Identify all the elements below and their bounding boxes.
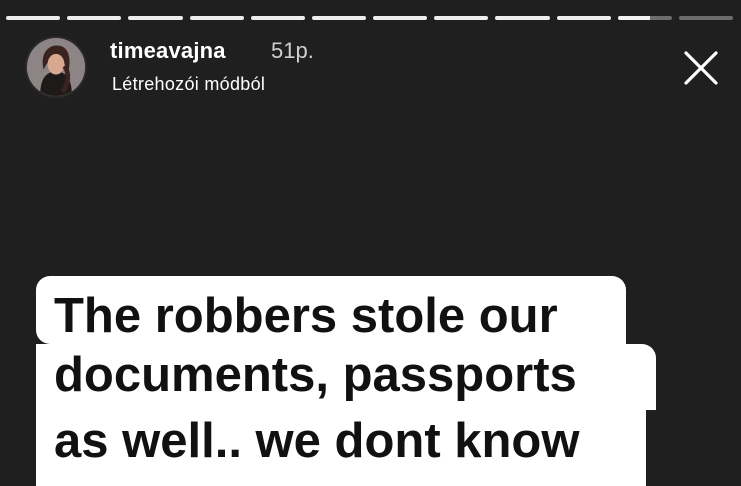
story-progress-bar [6,16,734,20]
close-button[interactable] [683,50,719,86]
story-text-line: as well.. we dont know [36,410,646,486]
progress-segment-upcoming [678,16,734,20]
profile-photo-icon [27,38,85,96]
progress-segment [434,16,489,20]
progress-segment [250,16,305,20]
instagram-story-viewer: timeavajna 51p. Létrehozói módból The ro… [0,0,741,486]
progress-segment [128,16,183,20]
progress-segment [556,16,611,20]
close-icon [684,51,718,85]
progress-segment-current [617,16,672,20]
progress-segment [67,16,122,20]
story-text-line: documents, passports [36,344,656,410]
progress-segment [189,16,244,20]
story-subtitle: Létrehozói módból [112,74,266,94]
avatar[interactable] [25,36,87,98]
progress-segment [495,16,550,20]
story-username[interactable]: timeavajna [110,38,226,64]
story-text-line: The robbers stole our [36,276,626,344]
progress-segment [6,16,61,20]
progress-segment [373,16,428,20]
progress-segment [311,16,367,20]
story-time-ago: 51p. [271,38,314,63]
